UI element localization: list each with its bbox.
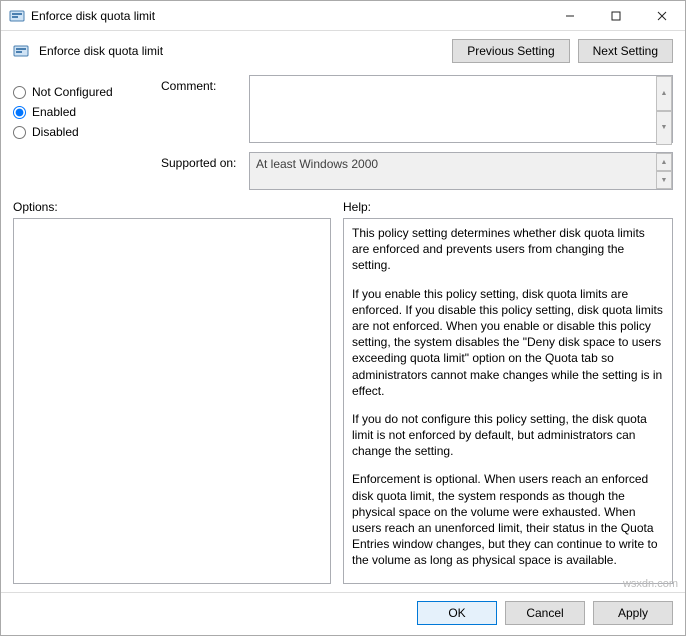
dialog-window: Enforce disk quota limit Enforce disk qu… [0, 0, 686, 636]
cancel-button[interactable]: Cancel [505, 601, 585, 625]
radio-disabled[interactable]: Disabled [13, 125, 153, 139]
radio-not-configured-input[interactable] [13, 86, 26, 99]
ok-button[interactable]: OK [417, 601, 497, 625]
radio-label: Not Configured [32, 85, 113, 99]
config-row: Not Configured Enabled Disabled Comment:… [1, 71, 685, 190]
radio-label: Disabled [32, 125, 79, 139]
state-radios: Not Configured Enabled Disabled [13, 75, 153, 190]
radio-disabled-input[interactable] [13, 126, 26, 139]
supported-row: Supported on: At least Windows 2000 ▲ ▼ [161, 152, 673, 190]
window-title: Enforce disk quota limit [31, 9, 547, 23]
help-panel[interactable]: This policy setting determines whether d… [343, 218, 673, 584]
radio-not-configured[interactable]: Not Configured [13, 85, 153, 99]
minimize-button[interactable] [547, 1, 593, 31]
supported-scroll: ▲ ▼ [656, 153, 672, 189]
comment-label: Comment: [161, 75, 241, 93]
titlebar: Enforce disk quota limit [1, 1, 685, 31]
section-labels: Options: Help: [1, 190, 685, 218]
policy-icon [13, 43, 29, 59]
help-paragraph: Enforcement is optional. When users reac… [352, 471, 664, 568]
watermark: wsxdn.com [623, 578, 678, 590]
policy-icon [9, 8, 25, 24]
comment-input[interactable] [249, 75, 673, 143]
help-paragraph: If you enable this policy setting, disk … [352, 286, 664, 399]
supported-field-box: At least Windows 2000 ▲ ▼ [249, 152, 673, 190]
supported-value: At least Windows 2000 [249, 152, 673, 190]
scroll-down-icon[interactable]: ▼ [656, 111, 672, 146]
options-label: Options: [13, 200, 331, 214]
previous-setting-button[interactable]: Previous Setting [452, 39, 569, 63]
help-paragraph: This policy setting determines whether d… [352, 225, 664, 274]
fields-col: Comment: ▲ ▼ Supported on: At least Wind… [161, 75, 673, 190]
policy-name: Enforce disk quota limit [39, 44, 442, 58]
radio-enabled-input[interactable] [13, 106, 26, 119]
comment-row: Comment: ▲ ▼ [161, 75, 673, 146]
apply-button[interactable]: Apply [593, 601, 673, 625]
scroll-down-icon[interactable]: ▼ [656, 171, 672, 189]
help-label: Help: [343, 200, 371, 214]
dialog-footer: OK Cancel Apply [1, 592, 685, 635]
comment-field-box: ▲ ▼ [249, 75, 673, 146]
window-controls [547, 1, 685, 31]
help-paragraph: If you do not configure this policy sett… [352, 411, 664, 460]
header-row: Enforce disk quota limit Previous Settin… [1, 31, 685, 71]
scroll-up-icon[interactable]: ▲ [656, 153, 672, 171]
options-panel[interactable] [13, 218, 331, 584]
scroll-up-icon[interactable]: ▲ [656, 76, 672, 111]
next-setting-button[interactable]: Next Setting [578, 39, 673, 63]
maximize-button[interactable] [593, 1, 639, 31]
comment-scroll: ▲ ▼ [656, 76, 672, 145]
supported-label: Supported on: [161, 152, 241, 170]
radio-label: Enabled [32, 105, 76, 119]
nav-buttons: Previous Setting Next Setting [452, 39, 673, 63]
close-button[interactable] [639, 1, 685, 31]
panels-row: This policy setting determines whether d… [1, 218, 685, 592]
radio-enabled[interactable]: Enabled [13, 105, 153, 119]
